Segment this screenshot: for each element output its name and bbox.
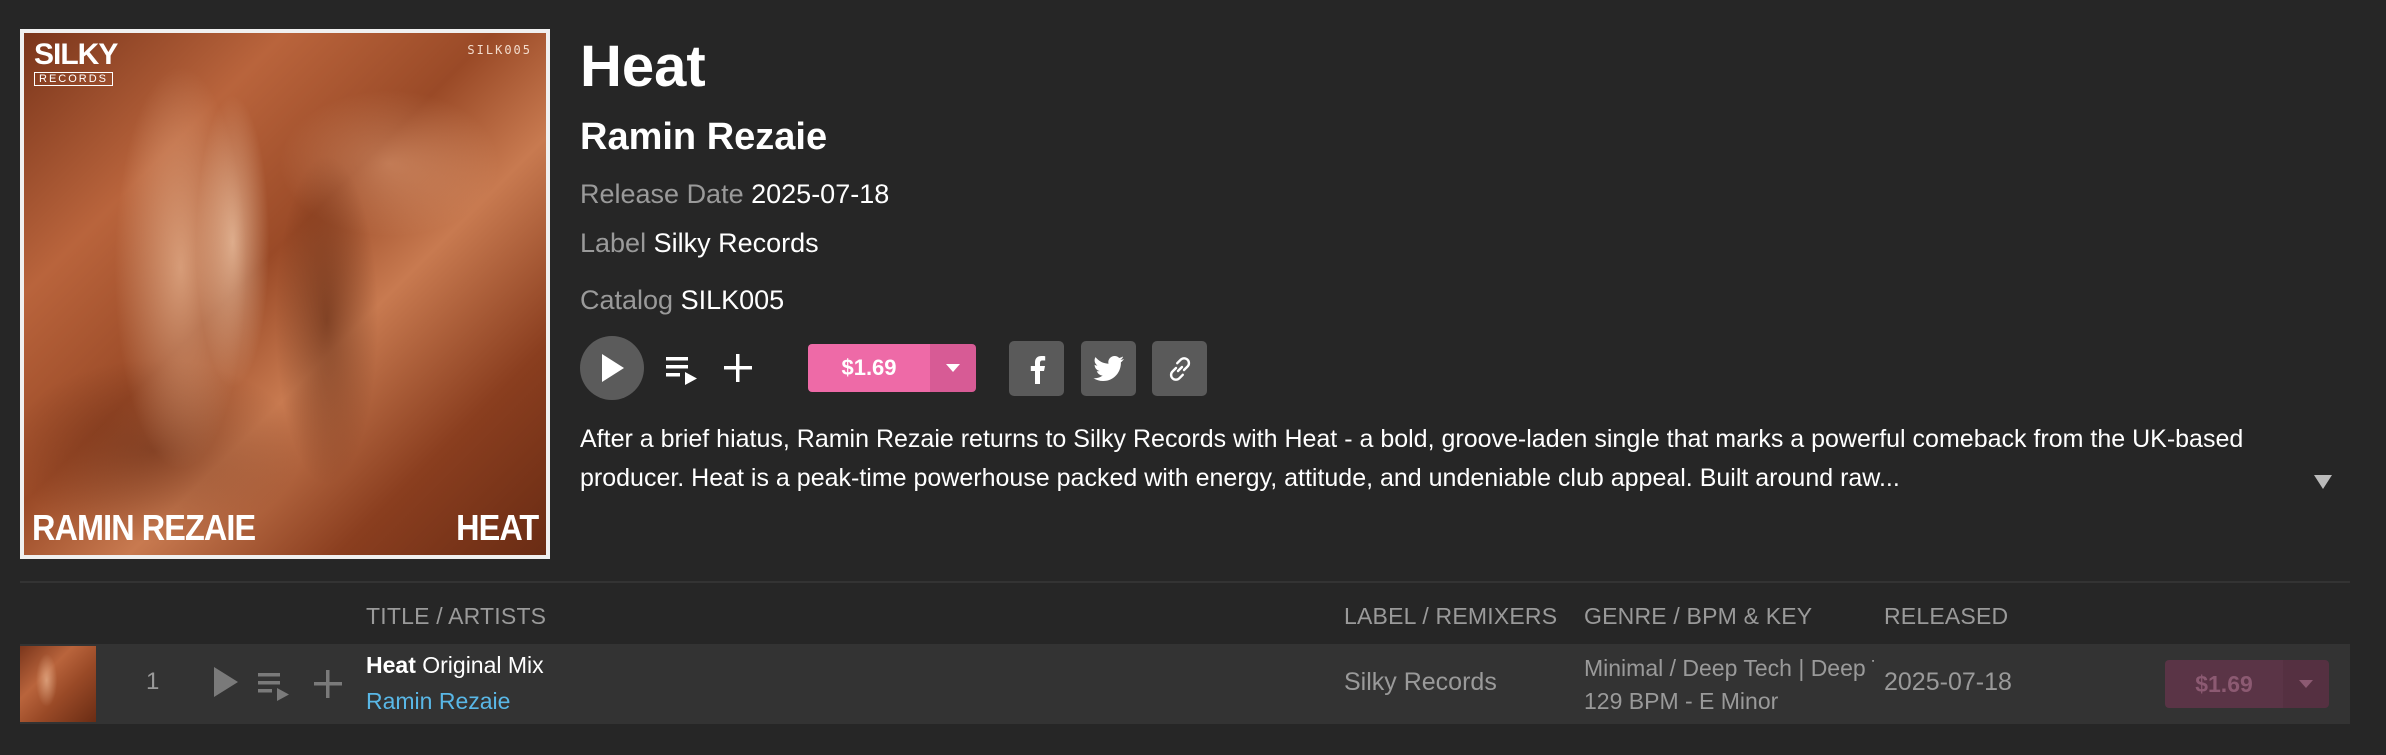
- add-to-queue-icon: [258, 673, 289, 701]
- release-date-row: Release Date 2025-07-18: [580, 176, 889, 212]
- column-header-genre[interactable]: GENRE / BPM & KEY: [1584, 601, 1812, 631]
- buy-button[interactable]: $1.69: [808, 344, 930, 392]
- artwork-artist: RAMIN REZAIE: [32, 507, 256, 548]
- track-genre-cell: Minimal / Deep Tech | Deep Tech 129 BPM …: [1584, 652, 1874, 718]
- section-divider: [20, 581, 2350, 583]
- track-artist-link[interactable]: Ramin Rezaie: [366, 686, 510, 716]
- track-bpm-key: 129 BPM - E Minor: [1584, 688, 1779, 714]
- release-title: Heat: [580, 34, 706, 99]
- label-value[interactable]: Silky Records: [654, 228, 819, 258]
- artwork-title: HEAT: [455, 507, 539, 548]
- track-mix[interactable]: Original Mix: [422, 652, 543, 678]
- track-label[interactable]: Silky Records: [1344, 668, 1497, 697]
- buy-options-dropdown[interactable]: [930, 344, 976, 392]
- track-buy-options-dropdown[interactable]: [2283, 660, 2329, 708]
- share-twitter-button[interactable]: [1081, 341, 1136, 396]
- plus-icon: [314, 670, 342, 698]
- chevron-down-icon: [2299, 680, 2313, 688]
- plus-icon: [724, 354, 752, 382]
- track-number: 1: [146, 668, 160, 695]
- track-row[interactable]: 1 Heat Original Mix Ramin Rezaie Silky R…: [20, 644, 2350, 724]
- expand-description-button[interactable]: [2312, 473, 2336, 493]
- track-title[interactable]: Heat: [366, 652, 416, 678]
- track-released: 2025-07-18: [1884, 668, 2012, 696]
- artwork-catalog: SILK005: [467, 43, 532, 57]
- share-facebook-button[interactable]: [1009, 341, 1064, 396]
- play-icon: [214, 667, 238, 697]
- track-title-line[interactable]: Heat Original Mix: [366, 650, 544, 680]
- link-icon: [1169, 356, 1190, 381]
- catalog-value: SILK005: [680, 285, 785, 315]
- chevron-down-icon: [946, 364, 960, 372]
- release-artwork: SILKY RECORDS SILK005 RAMIN REZAIE HEAT: [20, 29, 550, 559]
- add-to-playlist-button[interactable]: [720, 350, 756, 386]
- add-to-queue-icon: [666, 357, 697, 385]
- release-artist[interactable]: Ramin Rezaie: [580, 112, 827, 162]
- track-add-to-queue-button[interactable]: [256, 666, 292, 702]
- release-date-label: Release Date: [580, 179, 744, 209]
- catalog-label: Catalog: [580, 285, 674, 315]
- label-label: Label: [580, 228, 647, 258]
- track-artwork-thumbnail[interactable]: [20, 646, 96, 722]
- logo-text: SILKY: [34, 38, 118, 71]
- release-date-value: 2025-07-18: [751, 179, 890, 209]
- logo-subtext: RECORDS: [34, 72, 114, 86]
- play-button[interactable]: [580, 336, 644, 400]
- track-buy-button[interactable]: $1.69: [2165, 660, 2283, 708]
- facebook-icon: [1030, 355, 1045, 384]
- label-logo: SILKY RECORDS: [34, 38, 118, 87]
- triangle-down-icon: [2314, 475, 2332, 489]
- track-play-button[interactable]: [210, 664, 246, 704]
- catalog-row: Catalog SILK005: [580, 282, 784, 318]
- track-genre[interactable]: Minimal / Deep Tech | Deep Tech: [1584, 652, 1874, 685]
- column-header-released[interactable]: RELEASED: [1884, 601, 2008, 631]
- release-description: After a brief hiatus, Ramin Rezaie retur…: [580, 425, 2244, 492]
- column-header-title[interactable]: TITLE / ARTISTS: [366, 601, 546, 631]
- column-header-label[interactable]: LABEL / REMIXERS: [1344, 601, 1557, 631]
- twitter-icon: [1092, 355, 1124, 381]
- add-to-queue-button[interactable]: [664, 350, 700, 386]
- copy-link-button[interactable]: [1152, 341, 1207, 396]
- label-row: Label Silky Records: [580, 225, 819, 261]
- play-icon: [602, 354, 624, 382]
- track-add-to-playlist-button[interactable]: [310, 666, 346, 702]
